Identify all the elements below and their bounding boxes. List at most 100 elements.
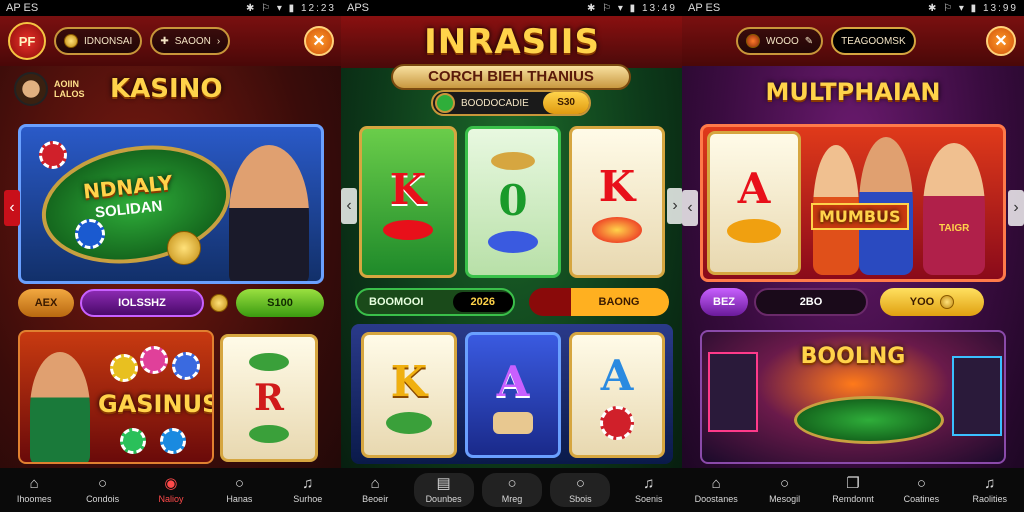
stat-pill: BOOMOOI 2026 — [355, 288, 515, 316]
balance-label: BOODOCADIE — [461, 97, 529, 109]
game-table — [794, 396, 944, 444]
avatar — [14, 72, 48, 106]
leaf-icon — [249, 353, 289, 371]
edit-icon: ✎ — [804, 35, 814, 47]
nav-item-search-2[interactable]: ○ Hanas — [209, 476, 269, 504]
slot-reel-1[interactable]: K — [359, 126, 457, 278]
nav-label: Hanas — [226, 494, 253, 504]
nav-label: Coatines — [903, 494, 940, 504]
bell-icon: ♫ — [984, 475, 996, 492]
game-title: INRASIIS — [424, 22, 600, 62]
status-bar: AP ES ✱ ⚐ ▾ ▮ 13:99 — [682, 0, 1024, 16]
carousel-prev-button[interactable]: ‹ — [4, 190, 20, 226]
bell-icon: ♫ — [643, 475, 655, 492]
nav-item-search-2[interactable]: ○ Sbois — [550, 473, 611, 507]
balance-bar: BOODOCADIE S30 — [431, 90, 591, 116]
home-icon: ⌂ — [29, 475, 39, 492]
close-button[interactable]: ✕ — [304, 26, 334, 56]
nav-item-games[interactable]: ◉ Nalioy — [141, 476, 201, 504]
side-label: TAIGR — [939, 223, 970, 234]
leaf-icon — [249, 425, 289, 443]
balance-pill[interactable]: IDNONSAI — [54, 27, 143, 55]
nav-label: Ihoomes — [16, 494, 52, 504]
action-button[interactable]: YOO — [880, 288, 984, 316]
balance-pill[interactable]: WOOO ✎ — [736, 27, 824, 55]
reel-symbol: A — [600, 350, 634, 400]
nav-item-search-2[interactable]: ○ Coatines — [891, 476, 951, 504]
carousel-next-button[interactable]: › — [1008, 190, 1024, 226]
carrier-label: APS — [347, 2, 370, 14]
nav-label: Beoeir — [362, 494, 389, 504]
chevron-right-icon: › — [216, 35, 221, 47]
carrier-label: AP ES — [688, 2, 721, 14]
promo-card-bowling[interactable]: BOOLNG — [700, 330, 1006, 464]
promo-title: GASINUS — [98, 390, 214, 418]
nav-label: Nalioy — [158, 494, 184, 504]
carousel-prev-button[interactable]: ‹ — [682, 190, 698, 226]
reel-symbol: 0 — [498, 175, 528, 225]
slot-reel-3[interactable]: K — [569, 126, 665, 278]
reel-symbol: A — [496, 356, 530, 406]
top-bar: WOOO ✎ TEAGOOMSK ✕ — [682, 16, 1024, 66]
nav-item-search[interactable]: ○ Mesogil — [755, 476, 815, 504]
search-icon: ○ — [780, 475, 790, 492]
featured-game-card[interactable]: NDNALY SOLIDAN — [18, 124, 324, 284]
screen-multiplayer: AP ES ✱ ⚐ ▾ ▮ 13:99 WOOO ✎ TEAGOOMSK ✕ MU… — [682, 0, 1024, 512]
nav-item-profile[interactable]: ♫ Raolities — [960, 476, 1020, 504]
wallet-label: TEAGOOMSK — [841, 35, 906, 47]
nav-item-library[interactable]: ❐ Remdonnt — [823, 476, 883, 504]
search-icon: ○ — [98, 475, 108, 492]
stat-value[interactable]: S100 — [236, 289, 324, 317]
stat-badge: AEX — [18, 289, 74, 317]
wallet-pill[interactable]: ✚ SAOON › — [150, 27, 231, 55]
nav-item-docs[interactable]: ▤ Dounbes — [413, 473, 474, 507]
nav-label: Mreg — [501, 494, 523, 504]
screen-kasino: AP ES ✱ ⚐ ▾ ▮ 12:23 PF IDNONSAI ✚ SAOON › … — [0, 0, 342, 512]
nav-item-profile[interactable]: ♫ Soenis — [619, 476, 679, 504]
status-icons: ✱ ⚐ ▾ ▮ 12:23 — [245, 2, 336, 14]
home-icon: ⌂ — [711, 475, 721, 492]
slot-reel-2[interactable]: 0 — [465, 126, 561, 278]
action-button[interactable]: BAONG — [529, 288, 669, 316]
nav-item-search[interactable]: ○ Mreg — [481, 473, 542, 507]
bottom-nav: ⌂ Ihoomes ○ Condois ◉ Nalioy ○ Hanas ♫ Surhoe — [0, 468, 342, 512]
nav-item-home[interactable]: ⌂ Doostanes — [686, 476, 746, 504]
doc-icon: ▤ — [436, 475, 451, 492]
leaf-icon — [727, 218, 781, 243]
nav-label: Dounbes — [425, 494, 462, 504]
search-icon: ○ — [507, 475, 517, 492]
coin-icon — [746, 34, 760, 48]
slot-reel: A — [707, 131, 801, 275]
character-image — [30, 352, 90, 462]
app-logo[interactable]: PF — [8, 22, 46, 60]
wallet-pill[interactable]: TEAGOOMSK — [831, 27, 916, 55]
dog-icon — [493, 411, 533, 434]
fruit-icon — [592, 216, 642, 243]
nav-item-profile[interactable]: ♫ Surhoe — [278, 476, 338, 504]
stat-value: 2026 — [452, 292, 513, 312]
bottom-nav: ⌂ Doostanes ○ Mesogil ❐ Remdonnt ○ Coatines … — [682, 468, 1024, 512]
search-icon: ○ — [575, 475, 585, 492]
nav-label: Remdonnt — [832, 494, 874, 504]
status-icons: ✱ ⚐ ▾ ▮ 13:49 — [586, 2, 677, 14]
gem-icon — [435, 93, 455, 113]
reel-symbol: K — [598, 161, 636, 211]
promo-card-casinos[interactable]: GASINUS — [18, 330, 214, 464]
nav-item-search[interactable]: ○ Condois — [73, 476, 133, 504]
action-label: BAONG — [598, 296, 640, 308]
carousel-next-button[interactable]: › — [667, 188, 683, 224]
top-bar: PF IDNONSAI ✚ SAOON › ✕ — [0, 16, 342, 66]
slot-reel-5[interactable]: A — [465, 332, 561, 458]
nav-item-home[interactable]: ⌂ Beoeir — [345, 476, 405, 504]
nav-label: Mesogil — [769, 494, 801, 504]
carrier-label: AP ES — [6, 2, 39, 14]
nav-label: Condois — [86, 494, 120, 504]
close-button[interactable]: ✕ — [986, 26, 1016, 56]
nav-item-home[interactable]: ⌂ Ihoomes — [4, 476, 64, 504]
carousel-prev-button[interactable]: ‹ — [341, 188, 357, 224]
slot-reel-6[interactable]: A — [569, 332, 665, 458]
featured-game-card[interactable]: A MUMBUS TAIGR — [700, 124, 1006, 282]
slot-reel: R — [220, 334, 318, 462]
stat-label: BOOMOOI — [369, 296, 424, 308]
slot-reel-4[interactable]: K — [361, 332, 457, 458]
